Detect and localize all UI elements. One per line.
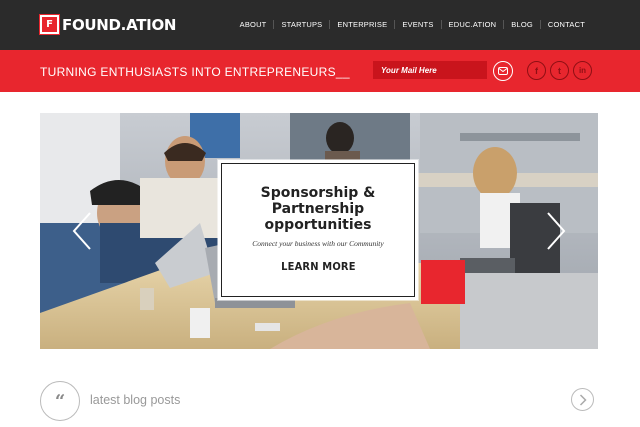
nav-item-startups[interactable]: STARTUPS bbox=[273, 20, 329, 29]
main-nav: ABOUT STARTUPS ENTERPRISE EVENTS EDUC.AT… bbox=[233, 20, 592, 29]
promo-title: Sponsorship & Partnership opportunities bbox=[260, 185, 376, 233]
nav-item-about[interactable]: ABOUT bbox=[233, 20, 274, 29]
nav-item-events[interactable]: EVENTS bbox=[394, 20, 440, 29]
quote-icon: “ bbox=[40, 381, 80, 421]
slider-prev-icon[interactable] bbox=[70, 211, 94, 251]
nav-item-enterprise[interactable]: ENTERPRISE bbox=[329, 20, 394, 29]
top-navbar: F FOUND.ATION ABOUT STARTUPS ENTERPRISE … bbox=[0, 0, 640, 50]
chevron-right-icon bbox=[579, 393, 587, 406]
logo-mark-icon: F bbox=[39, 14, 60, 35]
hero-slider: Sponsorship & Partnership opportunities … bbox=[40, 113, 598, 349]
red-accent-block bbox=[421, 260, 465, 304]
learn-more-button[interactable]: LEARN MORE bbox=[281, 260, 356, 273]
nav-item-contact[interactable]: CONTACT bbox=[539, 20, 592, 29]
linkedin-icon[interactable]: in bbox=[573, 61, 592, 80]
subscribe-button[interactable] bbox=[493, 61, 513, 81]
promo-subtitle: Connect your business with our Community bbox=[252, 239, 384, 248]
promo-card: Sponsorship & Partnership opportunities … bbox=[218, 160, 418, 300]
mail-icon bbox=[498, 67, 508, 75]
twitter-icon[interactable]: t bbox=[550, 61, 569, 80]
blog-section-title: latest blog posts bbox=[90, 393, 181, 407]
blog-next-button[interactable] bbox=[571, 388, 594, 411]
slider-next-icon[interactable] bbox=[544, 211, 568, 251]
logo-text: FOUND.ATION bbox=[62, 15, 177, 34]
tagline: TURNING ENTHUSIASTS INTO ENTREPRENEURS__ bbox=[40, 65, 350, 79]
site-logo[interactable]: F FOUND.ATION bbox=[39, 14, 177, 35]
email-field[interactable] bbox=[373, 61, 487, 79]
nav-item-blog[interactable]: BLOG bbox=[503, 20, 540, 29]
nav-item-education[interactable]: EDUC.ATION bbox=[440, 20, 504, 29]
facebook-icon[interactable]: f bbox=[527, 61, 546, 80]
newsletter-banner: TURNING ENTHUSIASTS INTO ENTREPRENEURS__… bbox=[0, 50, 640, 92]
